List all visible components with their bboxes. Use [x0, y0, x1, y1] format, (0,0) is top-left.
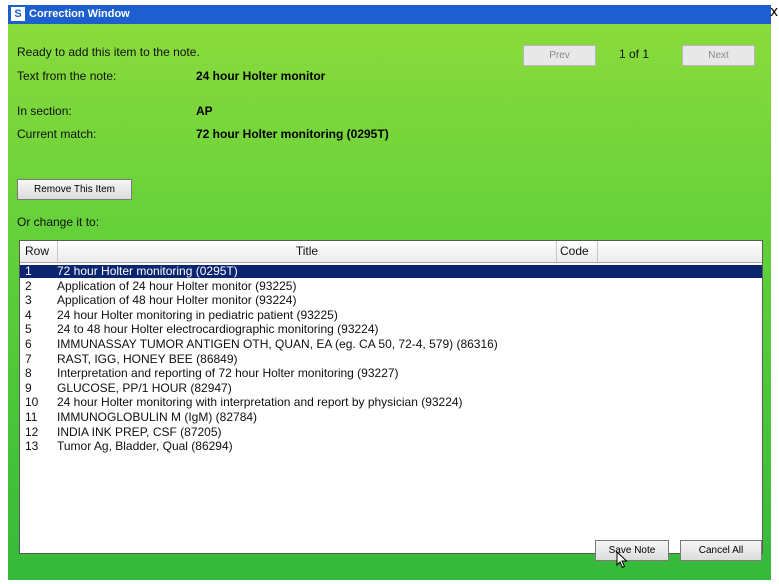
table-row[interactable]: 11 IMMUNOGLOBULIN M (IgM) (82784)	[20, 411, 762, 424]
text-from-note-value: 24 hour Holter monitor	[196, 69, 326, 83]
row-number: 2	[25, 278, 32, 293]
row-title: Application of 48 hour Holter monitor (9…	[57, 293, 297, 308]
cancel-all-button[interactable]: Cancel All	[680, 540, 762, 561]
change-label: Or change it to:	[17, 215, 100, 229]
column-header-title[interactable]: Title	[58, 241, 557, 262]
row-title: GLUCOSE, PP/1 HOUR (82947)	[57, 380, 232, 395]
text-from-note-label: Text from the note:	[17, 69, 117, 83]
section-value: AP	[196, 104, 213, 118]
row-title: 72 hour Holter monitoring (0295T)	[57, 264, 238, 278]
row-title: 24 to 48 hour Holter electrocardiographi…	[57, 322, 379, 337]
row-title: 24 hour Holter monitoring with interpret…	[57, 395, 463, 410]
row-number: 6	[25, 337, 32, 351]
row-title: IMMUNOGLOBULIN M (IgM) (82784)	[57, 410, 258, 424]
row-number: 4	[25, 307, 32, 322]
next-button[interactable]: Next	[682, 45, 755, 66]
status-text: Ready to add this item to the note.	[17, 45, 200, 59]
table-row[interactable]: 9 GLUCOSE, PP/1 HOUR (82947)	[20, 380, 762, 395]
section-label: In section:	[17, 104, 72, 118]
current-match-label: Current match:	[17, 127, 97, 141]
correction-window: S Correction Window Ready to add this it…	[8, 5, 771, 580]
table-row[interactable]: 6 IMMUNASSAY TUMOR ANTIGEN OTH, QUAN, EA …	[20, 338, 762, 351]
table-row[interactable]: 2 Application of 24 hour Holter monitor (…	[20, 278, 762, 293]
table-row[interactable]: 3 Application of 48 hour Holter monitor (…	[20, 294, 762, 307]
table-row[interactable]: 4 24 hour Holter monitoring in pediatric …	[20, 307, 762, 322]
title-bar[interactable]: S Correction Window	[8, 5, 771, 24]
prev-button[interactable]: Prev	[523, 45, 596, 66]
row-number: 5	[25, 322, 32, 337]
row-number: 12	[25, 424, 39, 439]
table-row[interactable]: 5 24 to 48 hour Holter electrocardiograph…	[20, 323, 762, 336]
row-number: 11	[25, 410, 38, 424]
remove-item-button[interactable]: Remove This Item	[17, 179, 132, 200]
table-row[interactable]: 7 RAST, IGG, HONEY BEE (86849)	[20, 351, 762, 366]
window-title: Correction Window	[29, 8, 130, 20]
row-number: 9	[25, 380, 32, 395]
table-row[interactable]: 13 Tumor Ag, Bladder, Qual (86294)	[20, 440, 762, 453]
row-title: Application of 24 hour Holter monitor (9…	[57, 278, 297, 293]
table-row[interactable]: 10 24 hour Holter monitoring with interpr…	[20, 396, 762, 409]
row-title: Tumor Ag, Bladder, Qual (86294)	[57, 439, 233, 454]
row-number: 1	[25, 264, 32, 278]
row-number: 10	[25, 395, 39, 410]
pager-position: 1 of 1	[619, 47, 650, 61]
row-title: Interpretation and reporting of 72 hour …	[57, 366, 399, 381]
column-header-code[interactable]: Code	[557, 241, 598, 262]
row-number: 13	[25, 439, 39, 454]
save-note-button[interactable]: Save Note	[595, 540, 669, 561]
row-title: IMMUNASSAY TUMOR ANTIGEN OTH, QUAN, EA (…	[57, 337, 498, 351]
mouse-pointer-icon	[616, 551, 628, 569]
row-title: RAST, IGG, HONEY BEE (86849)	[57, 351, 238, 366]
grid-header: Row Title Code	[20, 241, 762, 263]
table-row[interactable]: 1 72 hour Holter monitoring (0295T)	[20, 265, 762, 278]
app-icon: S	[11, 7, 25, 21]
current-match-value: 72 hour Holter monitoring (0295T)	[196, 127, 389, 141]
table-row[interactable]: 8 Interpretation and reporting of 72 hour…	[20, 367, 762, 380]
column-header-row[interactable]: Row	[20, 241, 58, 262]
row-title: 24 hour Holter monitoring in pediatric p…	[57, 307, 338, 322]
row-number: 7	[25, 351, 32, 366]
match-grid[interactable]: Row Title Code 1 72 hour Holter monitorin…	[19, 240, 763, 554]
row-number: 3	[25, 293, 32, 308]
row-number: 8	[25, 366, 32, 381]
row-title: INDIA INK PREP, CSF (87205)	[57, 424, 222, 439]
close-icon[interactable]: x	[770, 4, 778, 20]
table-row[interactable]: 12 INDIA INK PREP, CSF (87205)	[20, 424, 762, 439]
